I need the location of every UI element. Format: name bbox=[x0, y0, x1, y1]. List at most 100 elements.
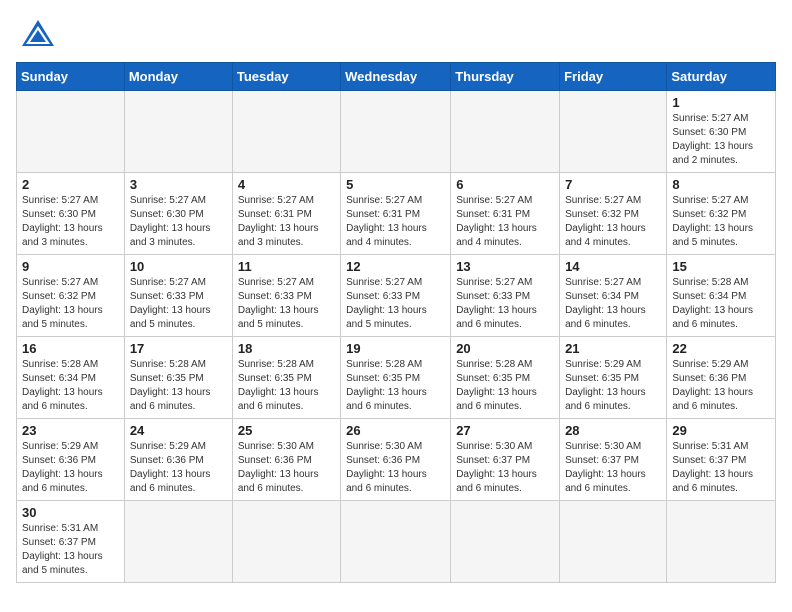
day-info: Sunrise: 5:27 AMSunset: 6:33 PMDaylight:… bbox=[238, 276, 335, 332]
calendar-cell: 19 Sunrise: 5:28 AMSunset: 6:35 PMDayligh… bbox=[341, 337, 451, 419]
day-of-week-tuesday: Tuesday bbox=[232, 63, 340, 91]
day-info: Sunrise: 5:29 AMSunset: 6:35 PMDaylight:… bbox=[565, 358, 661, 414]
calendar-week-5: 30 Sunrise: 5:31 AMSunset: 6:37 PMDayligh… bbox=[17, 501, 776, 583]
day-info: Sunrise: 5:29 AMSunset: 6:36 PMDaylight:… bbox=[22, 440, 119, 496]
day-number: 6 bbox=[456, 177, 554, 192]
calendar-header-row: SundayMondayTuesdayWednesdayThursdayFrid… bbox=[17, 63, 776, 91]
calendar-cell bbox=[124, 91, 232, 173]
calendar-week-0: 1 Sunrise: 5:27 AMSunset: 6:30 PMDaylight… bbox=[17, 91, 776, 173]
calendar-cell: 9 Sunrise: 5:27 AMSunset: 6:32 PMDaylight… bbox=[17, 255, 125, 337]
day-number: 18 bbox=[238, 341, 335, 356]
calendar-cell: 2Sunrise: 5:27 AMSunset: 6:30 PMDaylight… bbox=[17, 173, 125, 255]
day-info: Sunrise: 5:28 AMSunset: 6:35 PMDaylight:… bbox=[456, 358, 554, 414]
calendar-week-2: 9 Sunrise: 5:27 AMSunset: 6:32 PMDaylight… bbox=[17, 255, 776, 337]
day-number: 27 bbox=[456, 423, 554, 438]
day-number: 16 bbox=[22, 341, 119, 356]
day-info: Sunrise: 5:27 AMSunset: 6:33 PMDaylight:… bbox=[130, 276, 227, 332]
day-number: 3 bbox=[130, 177, 227, 192]
calendar-cell: 17 Sunrise: 5:28 AMSunset: 6:35 PMDayligh… bbox=[124, 337, 232, 419]
calendar-cell: 4Sunrise: 5:27 AMSunset: 6:31 PMDaylight… bbox=[232, 173, 340, 255]
day-number: 22 bbox=[672, 341, 770, 356]
calendar-cell bbox=[667, 501, 776, 583]
day-number: 10 bbox=[130, 259, 227, 274]
day-of-week-friday: Friday bbox=[560, 63, 667, 91]
calendar-cell: 11 Sunrise: 5:27 AMSunset: 6:33 PMDayligh… bbox=[232, 255, 340, 337]
calendar-cell: 5Sunrise: 5:27 AMSunset: 6:31 PMDaylight… bbox=[341, 173, 451, 255]
calendar-cell: 3 Sunrise: 5:27 AMSunset: 6:30 PMDaylight… bbox=[124, 173, 232, 255]
calendar-cell: 27 Sunrise: 5:30 AMSunset: 6:37 PMDayligh… bbox=[451, 419, 560, 501]
day-info: Sunrise: 5:30 AMSunset: 6:36 PMDaylight:… bbox=[346, 440, 445, 496]
calendar-cell bbox=[560, 91, 667, 173]
day-number: 7 bbox=[565, 177, 661, 192]
calendar-cell: 15Sunrise: 5:28 AMSunset: 6:34 PMDayligh… bbox=[667, 255, 776, 337]
day-number: 29 bbox=[672, 423, 770, 438]
day-number: 11 bbox=[238, 259, 335, 274]
calendar-cell bbox=[451, 501, 560, 583]
calendar-week-3: 16 Sunrise: 5:28 AMSunset: 6:34 PMDayligh… bbox=[17, 337, 776, 419]
calendar-cell: 23 Sunrise: 5:29 AMSunset: 6:36 PMDayligh… bbox=[17, 419, 125, 501]
day-number: 14 bbox=[565, 259, 661, 274]
day-number: 24 bbox=[130, 423, 227, 438]
calendar-cell: 22 Sunrise: 5:29 AMSunset: 6:36 PMDayligh… bbox=[667, 337, 776, 419]
day-info: Sunrise: 5:28 AMSunset: 6:34 PMDaylight:… bbox=[672, 276, 770, 332]
day-number: 25 bbox=[238, 423, 335, 438]
day-info: Sunrise: 5:28 AMSunset: 6:34 PMDaylight:… bbox=[22, 358, 119, 414]
day-of-week-saturday: Saturday bbox=[667, 63, 776, 91]
calendar-cell: 12Sunrise: 5:27 AMSunset: 6:33 PMDayligh… bbox=[341, 255, 451, 337]
calendar-table: SundayMondayTuesdayWednesdayThursdayFrid… bbox=[16, 62, 776, 583]
calendar-cell: 28Sunrise: 5:30 AMSunset: 6:37 PMDayligh… bbox=[560, 419, 667, 501]
day-info: Sunrise: 5:27 AMSunset: 6:32 PMDaylight:… bbox=[565, 194, 661, 250]
calendar-cell: 21 Sunrise: 5:29 AMSunset: 6:35 PMDayligh… bbox=[560, 337, 667, 419]
day-of-week-monday: Monday bbox=[124, 63, 232, 91]
day-number: 23 bbox=[22, 423, 119, 438]
calendar-week-1: 2Sunrise: 5:27 AMSunset: 6:30 PMDaylight… bbox=[17, 173, 776, 255]
calendar-header bbox=[16, 16, 776, 52]
day-info: Sunrise: 5:31 AMSunset: 6:37 PMDaylight:… bbox=[22, 522, 119, 578]
day-info: Sunrise: 5:27 AMSunset: 6:30 PMDaylight:… bbox=[672, 112, 770, 168]
logo bbox=[16, 16, 56, 52]
day-number: 1 bbox=[672, 95, 770, 110]
day-number: 5 bbox=[346, 177, 445, 192]
calendar-cell bbox=[451, 91, 560, 173]
calendar-cell: 30 Sunrise: 5:31 AMSunset: 6:37 PMDayligh… bbox=[17, 501, 125, 583]
day-of-week-thursday: Thursday bbox=[451, 63, 560, 91]
calendar-cell bbox=[232, 91, 340, 173]
calendar-cell: 24Sunrise: 5:29 AMSunset: 6:36 PMDayligh… bbox=[124, 419, 232, 501]
calendar-cell bbox=[560, 501, 667, 583]
day-info: Sunrise: 5:30 AMSunset: 6:37 PMDaylight:… bbox=[565, 440, 661, 496]
calendar-cell: 16 Sunrise: 5:28 AMSunset: 6:34 PMDayligh… bbox=[17, 337, 125, 419]
day-info: Sunrise: 5:28 AMSunset: 6:35 PMDaylight:… bbox=[130, 358, 227, 414]
day-info: Sunrise: 5:27 AMSunset: 6:31 PMDaylight:… bbox=[456, 194, 554, 250]
day-info: Sunrise: 5:27 AMSunset: 6:32 PMDaylight:… bbox=[672, 194, 770, 250]
day-number: 17 bbox=[130, 341, 227, 356]
day-number: 26 bbox=[346, 423, 445, 438]
day-info: Sunrise: 5:27 AMSunset: 6:31 PMDaylight:… bbox=[238, 194, 335, 250]
day-number: 20 bbox=[456, 341, 554, 356]
day-number: 12 bbox=[346, 259, 445, 274]
day-info: Sunrise: 5:27 AMSunset: 6:34 PMDaylight:… bbox=[565, 276, 661, 332]
calendar-cell: 6 Sunrise: 5:27 AMSunset: 6:31 PMDaylight… bbox=[451, 173, 560, 255]
day-info: Sunrise: 5:30 AMSunset: 6:37 PMDaylight:… bbox=[456, 440, 554, 496]
day-number: 30 bbox=[22, 505, 119, 520]
day-number: 8 bbox=[672, 177, 770, 192]
day-info: Sunrise: 5:27 AMSunset: 6:30 PMDaylight:… bbox=[130, 194, 227, 250]
day-number: 9 bbox=[22, 259, 119, 274]
calendar-cell bbox=[124, 501, 232, 583]
calendar-cell: 1 Sunrise: 5:27 AMSunset: 6:30 PMDaylight… bbox=[667, 91, 776, 173]
day-info: Sunrise: 5:29 AMSunset: 6:36 PMDaylight:… bbox=[672, 358, 770, 414]
day-info: Sunrise: 5:28 AMSunset: 6:35 PMDaylight:… bbox=[238, 358, 335, 414]
day-of-week-wednesday: Wednesday bbox=[341, 63, 451, 91]
calendar-week-4: 23 Sunrise: 5:29 AMSunset: 6:36 PMDayligh… bbox=[17, 419, 776, 501]
day-number: 21 bbox=[565, 341, 661, 356]
day-info: Sunrise: 5:28 AMSunset: 6:35 PMDaylight:… bbox=[346, 358, 445, 414]
calendar-cell: 8 Sunrise: 5:27 AMSunset: 6:32 PMDaylight… bbox=[667, 173, 776, 255]
day-info: Sunrise: 5:27 AMSunset: 6:30 PMDaylight:… bbox=[22, 194, 119, 250]
day-info: Sunrise: 5:27 AMSunset: 6:32 PMDaylight:… bbox=[22, 276, 119, 332]
day-number: 19 bbox=[346, 341, 445, 356]
calendar-cell bbox=[17, 91, 125, 173]
calendar-cell: 26 Sunrise: 5:30 AMSunset: 6:36 PMDayligh… bbox=[341, 419, 451, 501]
calendar-cell: 18 Sunrise: 5:28 AMSunset: 6:35 PMDayligh… bbox=[232, 337, 340, 419]
calendar-cell bbox=[341, 91, 451, 173]
day-info: Sunrise: 5:30 AMSunset: 6:36 PMDaylight:… bbox=[238, 440, 335, 496]
logo-icon bbox=[20, 16, 56, 52]
